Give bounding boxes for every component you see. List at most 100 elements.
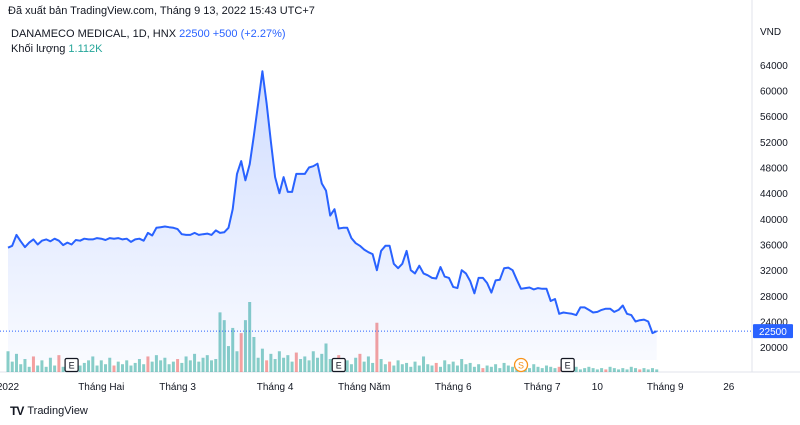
volume-bar xyxy=(210,360,214,372)
volume-bar xyxy=(438,366,442,372)
brand-name: TradingView xyxy=(27,405,88,417)
price-chart[interactable]: 2000024000280003200036000400004400048000… xyxy=(0,0,800,425)
volume-bar xyxy=(176,359,180,372)
volume-bar xyxy=(383,364,387,372)
volume-bar xyxy=(625,369,629,372)
x-tick-label: 10 xyxy=(592,382,604,393)
volume-bar xyxy=(133,362,137,372)
volume-bar xyxy=(150,361,154,372)
volume-bar xyxy=(434,362,438,372)
y-tick-label: 20000 xyxy=(760,343,788,354)
y-tick-label: 48000 xyxy=(760,164,788,175)
volume-bar xyxy=(591,368,595,372)
volume-bar xyxy=(53,365,57,372)
volume-bar xyxy=(544,365,548,372)
volume-bar xyxy=(494,364,498,372)
volume-bar xyxy=(621,368,625,372)
volume-bar xyxy=(629,366,633,372)
volume-bar xyxy=(349,364,353,372)
event-label: E xyxy=(565,361,571,371)
volume-bar xyxy=(612,368,616,372)
volume-bar xyxy=(188,360,192,372)
volume-bar xyxy=(167,364,171,372)
volume-bar xyxy=(646,369,650,372)
earnings-event-marker[interactable]: E xyxy=(64,357,79,373)
volume-bar xyxy=(116,361,120,372)
volume-bar xyxy=(578,369,582,372)
volume-bar xyxy=(536,366,540,372)
volume-bar xyxy=(464,364,468,372)
split-event-marker[interactable]: S xyxy=(513,357,529,373)
earnings-event-marker[interactable]: E xyxy=(560,357,575,373)
volume-bar xyxy=(417,365,421,372)
volume-bar xyxy=(44,366,48,372)
volume-bar xyxy=(159,360,163,372)
volume-bar xyxy=(197,361,201,372)
volume-bar xyxy=(82,362,86,372)
volume-bar xyxy=(104,364,108,372)
volume-bar xyxy=(638,369,642,372)
volume-bar xyxy=(595,369,599,372)
volume-bar xyxy=(587,366,591,372)
volume-bar xyxy=(273,359,277,372)
volume-bar xyxy=(532,364,536,372)
y-tick-label: 36000 xyxy=(760,241,788,252)
volume-bar xyxy=(600,368,604,372)
volume-bar xyxy=(400,364,404,372)
volume-bar xyxy=(112,365,116,372)
volume-bar xyxy=(451,361,455,372)
volume-bar xyxy=(379,359,383,372)
volume-bar xyxy=(396,360,400,372)
footer-brand[interactable]: TV TradingView xyxy=(10,404,88,418)
volume-bar xyxy=(409,366,413,372)
volume-bar xyxy=(10,361,14,372)
y-tick-label: 60000 xyxy=(760,87,788,98)
volume-bar xyxy=(180,362,184,372)
volume-bar xyxy=(27,366,31,372)
volume-bar xyxy=(528,368,532,372)
volume-bar xyxy=(506,365,510,372)
volume-bar xyxy=(655,369,659,372)
volume-bar xyxy=(19,364,23,372)
volume-bar xyxy=(23,359,27,372)
volume-bar xyxy=(87,360,91,372)
volume-bar xyxy=(265,360,269,372)
volume-bar xyxy=(129,365,133,372)
volume-bar xyxy=(485,365,489,372)
volume-bar xyxy=(214,359,218,372)
volume-bar xyxy=(371,362,375,372)
y-tick-label: 32000 xyxy=(760,266,788,277)
volume-bar xyxy=(142,364,146,372)
tradingview-logo-icon: TV xyxy=(10,404,24,418)
x-tick-label: 2022 xyxy=(0,382,20,393)
volume-bar xyxy=(392,365,396,372)
volume-bar xyxy=(125,360,129,372)
earnings-event-marker[interactable]: E xyxy=(331,357,346,373)
volume-bar xyxy=(549,366,553,372)
volume-bar xyxy=(36,365,40,372)
volume-bar xyxy=(511,366,515,372)
volume-bar xyxy=(540,368,544,372)
y-tick-label: 56000 xyxy=(760,112,788,123)
y-tick-label: 28000 xyxy=(760,292,788,303)
volume-bar xyxy=(604,369,608,372)
x-tick-label: Tháng 4 xyxy=(257,382,294,393)
volume-bar xyxy=(78,365,82,372)
x-tick-label: 26 xyxy=(723,382,735,393)
event-label: E xyxy=(336,361,342,371)
volume-bar xyxy=(345,360,349,372)
volume-bar xyxy=(430,365,434,372)
volume-bar xyxy=(460,359,464,372)
x-tick-label: Tháng 7 xyxy=(524,382,561,393)
volume-bar xyxy=(61,366,65,372)
volume-bar xyxy=(557,366,561,372)
volume-bar xyxy=(574,366,578,372)
volume-bar xyxy=(481,368,485,372)
volume-bar xyxy=(583,368,587,372)
volume-bar xyxy=(642,368,646,372)
volume-bar xyxy=(443,360,447,372)
event-label: S xyxy=(518,361,524,371)
volume-bar xyxy=(468,362,472,372)
volume-bar xyxy=(328,359,332,372)
y-tick-label: 44000 xyxy=(760,189,788,200)
